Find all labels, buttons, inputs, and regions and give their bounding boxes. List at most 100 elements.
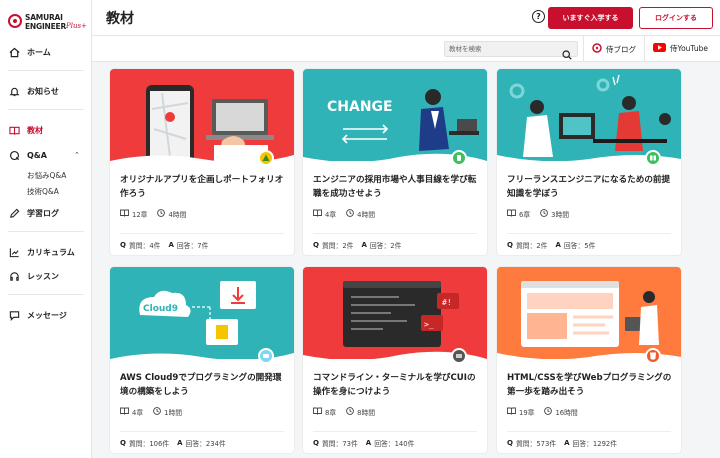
book-icon	[313, 209, 322, 219]
course-qa-stats: Q 質問：73件 A 回答：140件	[313, 438, 422, 448]
sidebar-item-log[interactable]: 学習ログ	[0, 203, 92, 223]
chapter-count: 4章	[132, 409, 144, 417]
course-category-icon	[451, 348, 467, 364]
chapter-count: 4章	[325, 211, 337, 219]
course-title[interactable]: AWS Cloud9でプログラミングの開発環境の構築をしよう	[120, 371, 290, 399]
chapter-count: 6章	[519, 211, 531, 219]
course-thumbnail: CHANGE	[303, 69, 487, 161]
logo-plus: Plus+	[66, 22, 87, 30]
course-title[interactable]: コマンドライン・ターミナルを学びCUIの操作を身につけよう	[313, 371, 483, 399]
course-card[interactable]: CHANGE エンジニアの採用市場や人事目線を学び転職を成功させよう 4章 4時…	[303, 69, 487, 255]
answer-label-icon: A	[168, 241, 174, 249]
answer-count: 回答：140件	[374, 440, 415, 448]
sidebar-item-label: メッセージ	[27, 310, 67, 320]
book-icon	[120, 407, 129, 417]
answer-label-icon: A	[177, 439, 183, 447]
question-count: 質問：573件	[515, 440, 557, 448]
question-count: 質問：4件	[128, 242, 161, 250]
course-category-icon	[451, 150, 467, 166]
search-icon[interactable]	[562, 45, 572, 64]
book-icon	[120, 209, 129, 219]
bell-icon	[8, 85, 20, 97]
sidebar-item-qa[interactable]: Q&A ⌃	[0, 145, 92, 165]
book-icon	[507, 407, 516, 417]
course-card[interactable]: オリジナルアプリを企画しポートフォリオ作ろう 12章 4時間 Q 質問：4件 A回…	[110, 69, 294, 255]
clock-icon	[544, 407, 553, 417]
course-thumbnail: Cloud9	[110, 267, 294, 359]
sidebar-item-message[interactable]: メッセージ	[0, 305, 92, 325]
course-title[interactable]: エンジニアの採用市場や人事目線を学び転職を成功させよう	[313, 173, 483, 201]
sidebar: SAMURAI ENGINEER Plus+ ホーム お知らせ 教材 Q&A ⌃ …	[0, 0, 92, 458]
sidebar-subitem-consult-qa[interactable]: お悩みQ&A	[27, 170, 66, 181]
sidebar-item-label: カリキュラム	[27, 247, 75, 257]
chapter-count: 19章	[519, 409, 535, 417]
headset-icon	[8, 270, 20, 282]
thumbnail-shebang-text: #!	[442, 298, 452, 307]
sidebar-subitem-tech-qa[interactable]: 技術Q&A	[27, 186, 59, 197]
course-card[interactable]: フリーランスエンジニアになるための前提知識を学ぼう 6章 3時間 Q 質問：2件 …	[497, 69, 681, 255]
divider	[583, 36, 584, 62]
course-meta: 4章 4時間	[313, 209, 385, 219]
book-icon	[313, 407, 322, 417]
clock-icon	[157, 209, 166, 219]
clock-icon	[153, 407, 161, 417]
search-input[interactable]	[449, 43, 559, 55]
course-meta: 6章 3時間	[507, 209, 579, 219]
answer-label-icon: A	[564, 439, 570, 447]
course-thumbnail	[110, 69, 294, 161]
course-card[interactable]: HTML/CSSを学びWebプログラミングの第一歩を踏み出そう 19章 16時間…	[497, 267, 681, 453]
search-box	[444, 41, 578, 60]
sub-header: 侍ブログ 侍YouTube	[92, 36, 720, 62]
course-meta: 12章 4時間	[120, 209, 196, 219]
chevron-up-icon[interactable]: ⌃	[74, 151, 80, 159]
top-header: 教材 ? いますぐ入学する ログインする	[92, 0, 720, 36]
thumbnail-prompt-text: >_	[424, 320, 434, 329]
answer-label-icon: A	[365, 439, 372, 447]
course-card[interactable]: #! >_ コマンドライン・ターミナルを学びCUIの操作を身につけよう 8章 8…	[303, 267, 487, 453]
card-divider	[120, 233, 284, 234]
answer-count: 回答：2件	[369, 242, 402, 250]
logo-mark-icon	[8, 14, 22, 28]
qa-icon	[8, 149, 20, 161]
book-icon	[8, 124, 20, 136]
course-card[interactable]: Cloud9 AWS Cloud9でプログラミングの開発環境の構築をしよう 4章…	[110, 267, 294, 453]
course-category-icon	[645, 150, 661, 166]
course-title[interactable]: フリーランスエンジニアになるための前提知識を学ぼう	[507, 173, 677, 201]
sidebar-item-curriculum[interactable]: カリキュラム	[0, 242, 92, 262]
course-title[interactable]: HTML/CSSを学びWebプログラミングの第一歩を踏み出そう	[507, 371, 677, 399]
course-title[interactable]: オリジナルアプリを企画しポートフォリオ作ろう	[120, 173, 290, 201]
logo-line1: SAMURAI	[25, 13, 63, 22]
sidebar-item-lesson[interactable]: レッスン	[0, 266, 92, 286]
sidebar-item-materials[interactable]: 教材	[0, 120, 92, 140]
blog-link[interactable]: 侍ブログ	[592, 43, 636, 55]
course-qa-stats: Q 質問：2件 A 回答：5件	[507, 240, 603, 250]
sidebar-item-label: 教材	[27, 125, 43, 135]
course-thumbnail: #! >_	[303, 267, 487, 359]
course-meta: 19章 16時間	[507, 407, 588, 417]
sidebar-divider	[8, 70, 84, 71]
course-category-icon	[258, 150, 274, 166]
card-divider	[507, 431, 671, 432]
login-button[interactable]: ログインする	[639, 7, 713, 29]
join-now-button[interactable]: いますぐ入学する	[548, 7, 633, 29]
sidebar-item-home[interactable]: ホーム	[0, 42, 92, 62]
help-icon[interactable]: ?	[532, 10, 545, 23]
study-time: 16時間	[555, 409, 578, 417]
card-divider	[507, 233, 671, 234]
samurai-blog-icon	[592, 43, 602, 55]
answer-count: 回答：5件	[563, 242, 596, 250]
study-time: 1時間	[164, 409, 183, 417]
home-icon	[8, 46, 20, 58]
course-meta: 8章 8時間	[313, 407, 385, 417]
youtube-link[interactable]: 侍YouTube	[653, 43, 708, 54]
sidebar-item-news[interactable]: お知らせ	[0, 81, 92, 101]
logo-line2: ENGINEER	[25, 22, 67, 31]
question-count: 質問：2件	[321, 242, 354, 250]
answer-count: 回答：1292件	[572, 440, 618, 448]
course-meta: 4章 1時間	[120, 407, 192, 417]
thumbnail-cloud9-text: Cloud9	[143, 304, 178, 314]
samurai-logo[interactable]: SAMURAI ENGINEER Plus+	[8, 12, 88, 36]
sidebar-item-label: ホーム	[27, 47, 51, 57]
divider	[644, 36, 645, 62]
study-time: 4時間	[168, 211, 187, 219]
